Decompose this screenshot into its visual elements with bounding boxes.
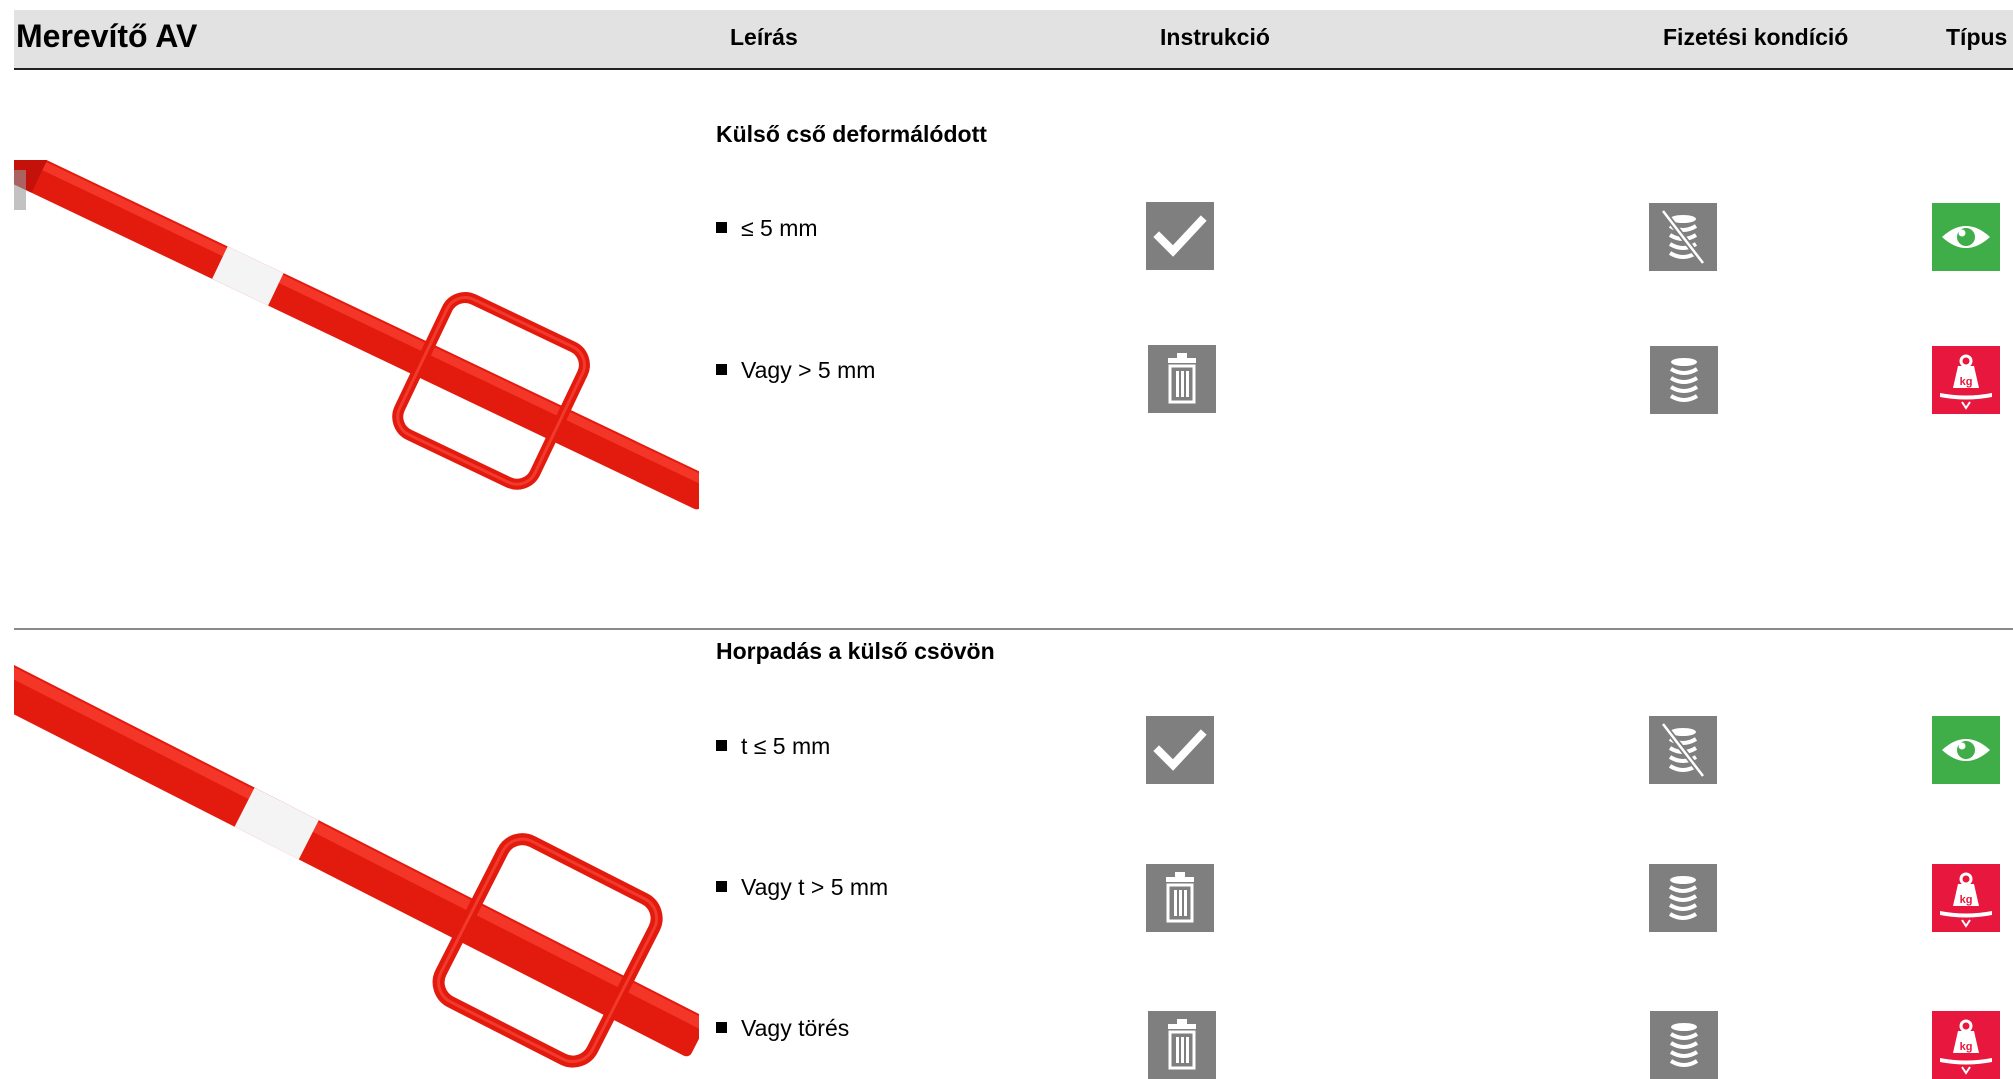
page-title: Merevítő AV [16,18,198,54]
column-header-type: Típus [1946,24,2008,50]
bullet-square-icon [716,740,727,752]
weight-kg-icon [1932,346,2000,414]
section-divider [14,628,2013,630]
check-icon [1146,202,1214,270]
weight-kg-icon [1932,1011,2000,1079]
coins-icon [1650,1011,1718,1079]
bullet-square-icon [716,881,727,893]
list-item: Vagy t > 5 mm [716,874,888,901]
trash-icon [1146,864,1214,932]
no-coins-icon [1649,203,1717,271]
bullet-square-icon [716,364,727,376]
trash-icon [1148,345,1216,413]
list-item: t ≤ 5 mm [716,733,830,760]
list-item: Vagy > 5 mm [716,357,875,384]
column-header-payment: Fizetési kondíció [1663,24,1849,50]
section-title: Horpadás a külső csövön [716,638,995,664]
list-item: ≤ 5 mm [716,215,818,242]
coins-icon [1649,864,1717,932]
column-header-instruction: Instrukció [1160,24,1270,50]
column-header-description: Leírás [730,24,798,50]
coins-icon [1650,346,1718,414]
section-title: Külső cső deformálódott [716,121,987,147]
trash-icon [1148,1011,1216,1079]
eye-icon [1932,716,2000,784]
check-icon [1146,716,1214,784]
list-item: Vagy törés [716,1015,849,1042]
weight-kg-icon [1932,864,2000,932]
no-coins-icon [1649,716,1717,784]
table-header: Merevítő AV Leírás Instrukció Fizetési k… [14,10,2013,70]
prop-illustration [14,160,699,510]
bullet-square-icon [716,1022,727,1034]
prop-illustration [14,665,699,1068]
bullet-square-icon [716,222,727,234]
eye-icon [1932,203,2000,271]
